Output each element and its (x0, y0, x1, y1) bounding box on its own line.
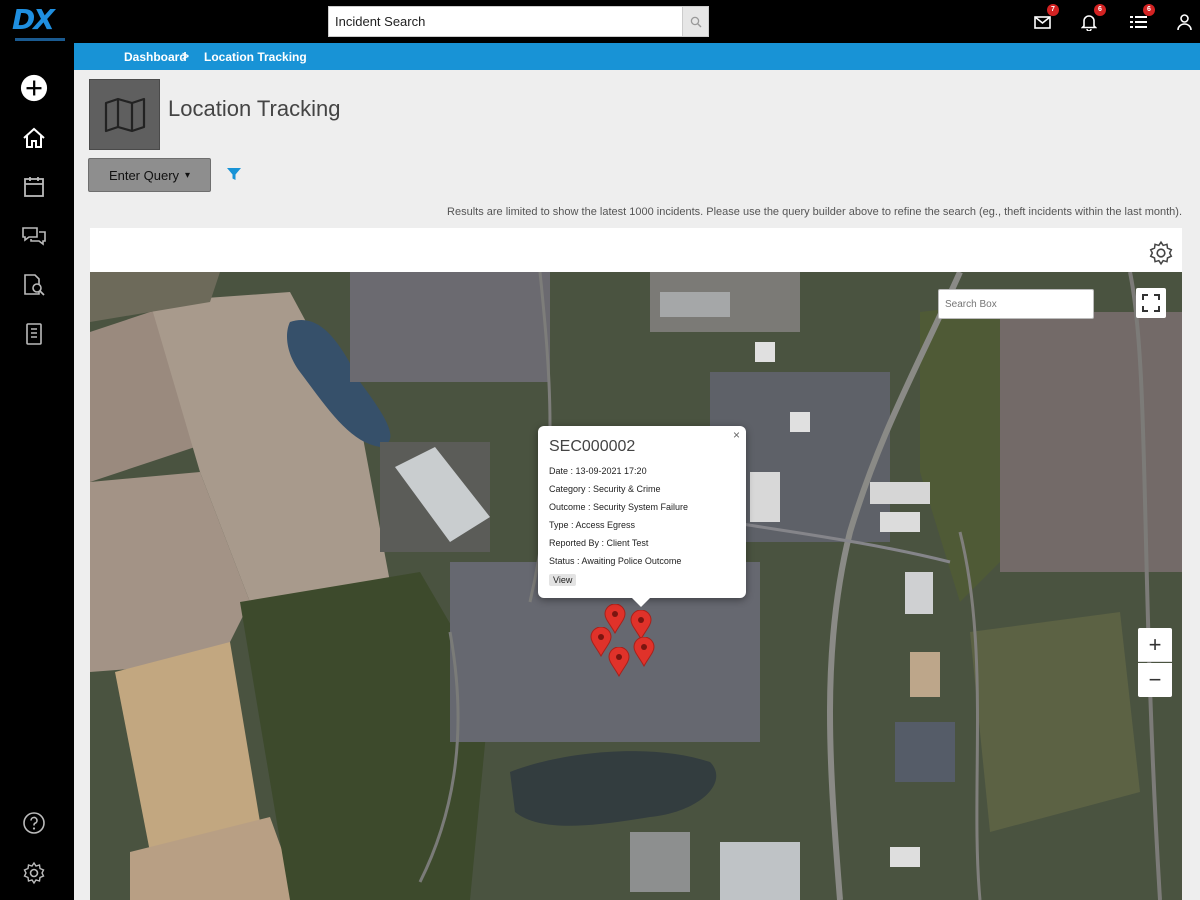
fullscreen-icon (1142, 294, 1160, 312)
help-icon (23, 812, 45, 834)
sidebar-item-home[interactable] (20, 124, 48, 152)
mail-icon (1033, 15, 1051, 29)
plus-circle-icon (20, 74, 48, 102)
sidebar-settings-button[interactable] (20, 859, 48, 887)
map-search-input[interactable] (938, 289, 1094, 319)
incident-search-input[interactable] (329, 7, 683, 36)
popup-category: Category : Security & Crime (549, 484, 661, 494)
breadcrumb-current: Location Tracking (204, 50, 307, 64)
page-map-icon (89, 79, 160, 150)
results-limit-note: Results are limited to show the latest 1… (447, 206, 1182, 218)
popup-date: Date : 13-09-2021 17:20 (549, 466, 647, 476)
bell-icon (1081, 14, 1097, 31)
sidebar-item-reports[interactable] (20, 320, 48, 348)
map-pin-icon[interactable] (633, 637, 655, 667)
popup-incident-id: SEC000002 (549, 438, 636, 455)
breadcrumb-separator: > (182, 49, 190, 63)
list-icon (1129, 16, 1147, 28)
map-panel: + − × SEC000002 Date : 13-09-2021 17:20 … (90, 228, 1182, 900)
map-settings-button[interactable] (1148, 240, 1174, 266)
sidebar-item-messages[interactable] (20, 222, 48, 250)
calendar-icon (24, 177, 44, 197)
chat-icon (22, 227, 46, 246)
popup-status: Status : Awaiting Police Outcome (549, 556, 682, 566)
search-button[interactable] (682, 7, 708, 36)
gear-icon (23, 861, 45, 885)
chevron-down-icon: ▾ (185, 169, 191, 181)
notifications-badge: 6 (1094, 4, 1106, 16)
popup-close-button[interactable]: × (733, 428, 740, 442)
zoom-in-button[interactable]: + (1138, 628, 1172, 662)
search-icon (690, 16, 701, 27)
fullscreen-button[interactable] (1136, 288, 1166, 318)
sidebar-add-button[interactable] (20, 74, 48, 102)
sidebar-item-calendar[interactable] (20, 173, 48, 201)
gear-icon (1149, 240, 1173, 266)
sidebar (0, 43, 74, 900)
sidebar-item-search-reports[interactable] (20, 271, 48, 299)
incident-popup: × SEC000002 Date : 13-09-2021 17:20 Cate… (538, 426, 746, 607)
mail-badge: 7 (1047, 4, 1059, 16)
main-content: Location Tracking Enter Query ▾ Results … (74, 70, 1200, 900)
breadcrumb: Dashboard > Location Tracking (74, 43, 1200, 70)
sidebar-help-button[interactable] (20, 809, 48, 837)
enter-query-label: Enter Query (108, 167, 180, 183)
satellite-map[interactable]: + − × SEC000002 Date : 13-09-2021 17:20 … (90, 272, 1182, 900)
popup-type: Type : Access Egress (549, 520, 636, 530)
breadcrumb-dashboard-link[interactable]: Dashboard (124, 50, 187, 64)
filter-icon (227, 168, 241, 180)
tasks-badge: 6 (1143, 4, 1155, 16)
incident-search (328, 6, 709, 37)
document-search-icon (24, 274, 45, 296)
popup-outcome: Outcome : Security System Failure (549, 502, 689, 512)
filter-button[interactable] (225, 165, 245, 185)
logo-underline (15, 38, 65, 41)
map-icon (104, 97, 145, 132)
user-icon (1176, 14, 1192, 30)
map-pin-icon[interactable] (630, 610, 652, 640)
zoom-out-button[interactable]: − (1138, 663, 1172, 697)
report-icon (26, 323, 42, 345)
home-icon (23, 127, 45, 148)
mail-button[interactable]: 7 (1030, 4, 1059, 34)
popup-reported-by: Reported By : Client Test (549, 538, 649, 548)
user-menu-button[interactable] (1172, 10, 1196, 34)
logo[interactable]: DX (12, 4, 68, 44)
page-title: Location Tracking (168, 96, 341, 121)
map-pin-icon[interactable] (608, 647, 630, 677)
notifications-button[interactable]: 6 (1077, 4, 1106, 34)
enter-query-button[interactable]: Enter Query ▾ (88, 158, 211, 192)
top-bar: DX 7 6 6 (0, 0, 1200, 43)
tasks-button[interactable]: 6 (1126, 4, 1155, 34)
popup-view-button[interactable]: View (549, 574, 577, 586)
logo-text: DX (12, 3, 55, 36)
